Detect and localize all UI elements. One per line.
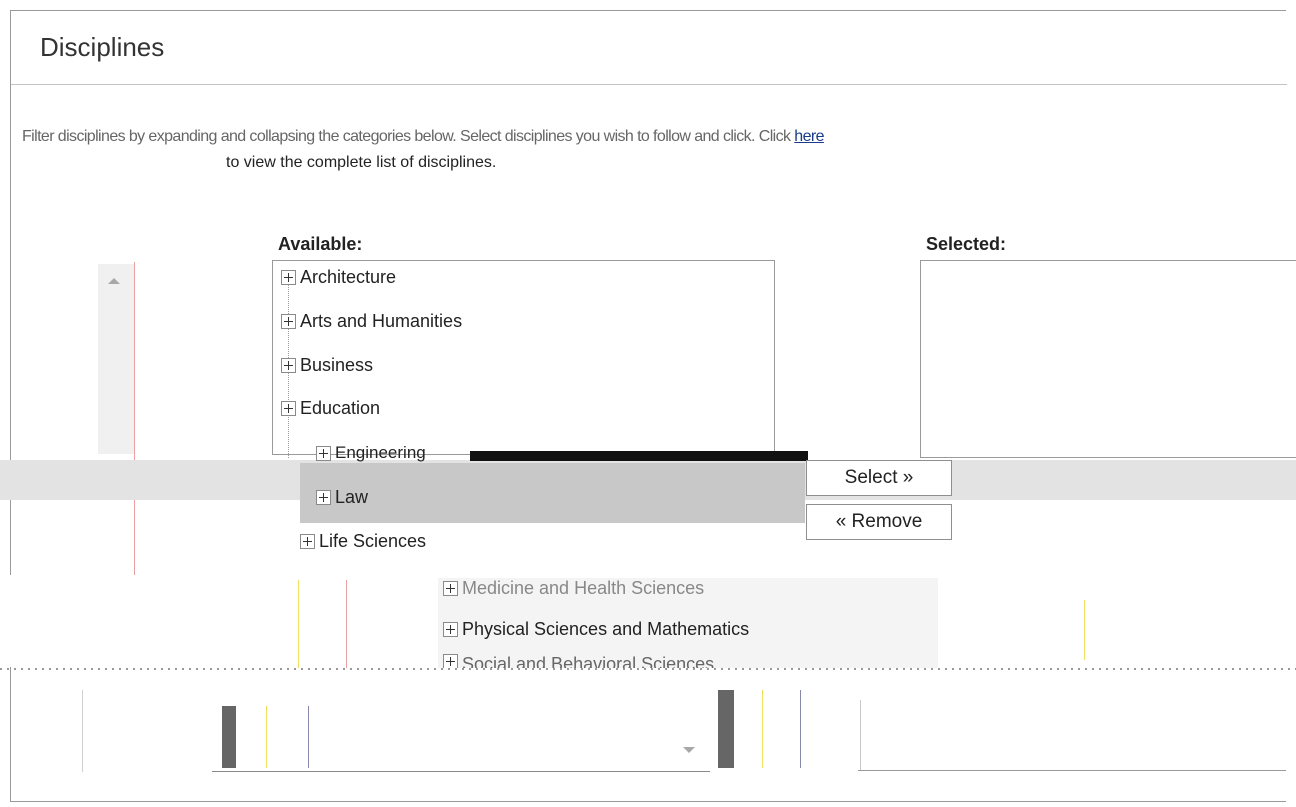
tree-item-label: Medicine and Health Sciences xyxy=(462,578,705,598)
tree-item-label: Business xyxy=(300,355,374,375)
artifact-line xyxy=(266,706,267,768)
tree-item-label: Law xyxy=(335,487,369,507)
bottom-divider xyxy=(858,770,1286,771)
render-artifact-dots xyxy=(0,668,1296,670)
tree-item-business[interactable]: Business xyxy=(281,355,373,376)
selected-label: Selected: xyxy=(926,234,1007,254)
artifact-line xyxy=(800,690,801,768)
artifact-line xyxy=(298,580,299,668)
available-label: Available: xyxy=(278,234,363,254)
here-link[interactable]: here xyxy=(794,128,824,145)
intro-text: Filter disciplines by expanding and coll… xyxy=(22,128,1272,146)
intro-text-line1: Filter disciplines by expanding and coll… xyxy=(22,128,795,145)
tree-item-law[interactable]: Law xyxy=(316,487,368,508)
tree-item-label: Education xyxy=(300,398,381,418)
tree-item-label: Arts and Humanities xyxy=(300,311,463,331)
remove-button[interactable]: « Remove xyxy=(806,504,952,540)
left-border-line xyxy=(134,262,135,580)
plus-expander-icon[interactable] xyxy=(443,654,458,668)
plus-expander-icon[interactable] xyxy=(443,581,458,596)
tree-item-education[interactable]: Education xyxy=(281,398,380,419)
render-artifact-bar xyxy=(470,451,808,461)
tree-item-medicine-and-health-sciences[interactable]: Medicine and Health Sciences xyxy=(443,578,704,599)
plus-expander-icon[interactable] xyxy=(443,622,458,637)
tree-item-label: Physical Sciences and Mathematics xyxy=(462,619,750,639)
artifact-line xyxy=(346,580,347,668)
artifact-line xyxy=(1084,600,1085,660)
left-scrollbar[interactable] xyxy=(98,264,134,454)
tree-item-label: Architecture xyxy=(300,267,397,287)
scroll-up-arrow-icon[interactable] xyxy=(108,278,120,284)
plus-expander-icon[interactable] xyxy=(281,314,296,329)
artifact-bar xyxy=(222,706,236,768)
tree-item-social-and-behavioral-sciences[interactable]: Social and Behavioral Sciences xyxy=(443,654,714,668)
title-divider xyxy=(11,84,1287,85)
intro-text-line2: to view the complete list of disciplines… xyxy=(226,154,497,171)
artifact-line xyxy=(860,700,861,770)
discipline-dropdown[interactable] xyxy=(212,690,710,772)
plus-expander-icon[interactable] xyxy=(281,401,296,416)
page-title: Disciplines xyxy=(40,32,165,62)
render-artifact-block xyxy=(300,463,805,523)
tree-item-engineering[interactable]: Engineering xyxy=(316,443,426,463)
tree-item-arts-and-humanities[interactable]: Arts and Humanities xyxy=(281,311,462,332)
plus-expander-icon[interactable] xyxy=(281,270,296,285)
tree-item-label: Social and Behavioral Sciences xyxy=(462,654,715,668)
chevron-down-icon[interactable] xyxy=(683,747,695,753)
artifact-bar xyxy=(718,690,734,768)
artifact-line xyxy=(82,690,83,772)
artifact-line xyxy=(308,706,309,768)
plus-expander-icon[interactable] xyxy=(316,490,331,505)
select-button[interactable]: Select » xyxy=(806,460,952,496)
artifact-line xyxy=(762,690,763,768)
tree-item-life-sciences[interactable]: Life Sciences xyxy=(300,531,426,552)
tree-item-physical-sciences-and-mathematics[interactable]: Physical Sciences and Mathematics xyxy=(443,619,749,640)
plus-expander-icon[interactable] xyxy=(300,534,315,549)
plus-expander-icon[interactable] xyxy=(281,358,296,373)
tree-item-label: Engineering xyxy=(335,443,426,462)
tree-item-label: Life Sciences xyxy=(319,531,427,551)
selected-list[interactable] xyxy=(920,260,1296,458)
tree-item-architecture[interactable]: Architecture xyxy=(281,267,396,288)
plus-expander-icon[interactable] xyxy=(316,445,331,461)
